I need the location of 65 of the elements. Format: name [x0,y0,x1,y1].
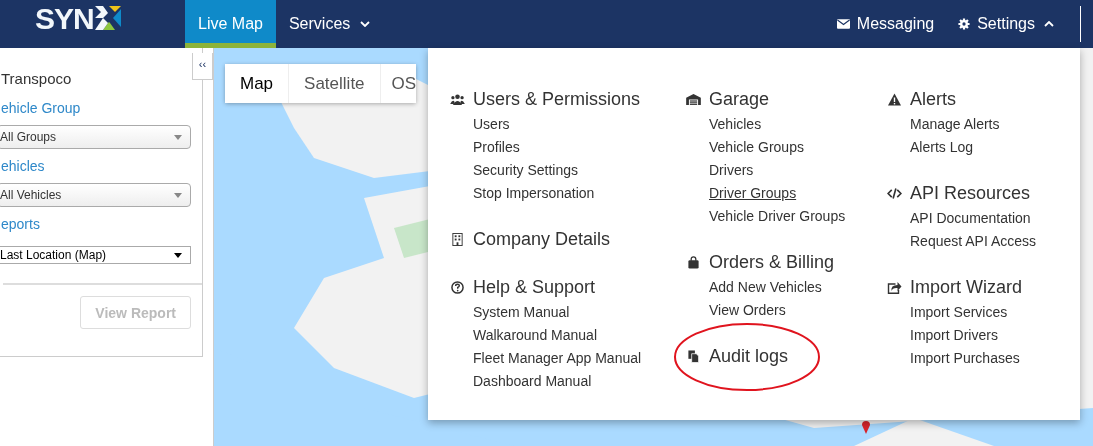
menu-item[interactable]: Dashboard Manual [473,370,686,393]
garage-icon [686,93,701,105]
menu-item[interactable]: Import Drivers [910,324,1037,347]
menu-section-link[interactable]: Users & Permissions [473,88,641,110]
menu-item[interactable]: Add New Vehicles [709,276,887,299]
menu-item[interactable]: API Documentation [910,207,1037,230]
help-icon [450,280,465,294]
menu-section-link[interactable]: Company Details [473,228,611,250]
menu-item[interactable]: Stop Impersonation [473,182,686,205]
menu-section-link[interactable]: Audit logs [709,345,789,367]
menu-item[interactable]: Import Purchases [910,347,1037,370]
code-icon [887,187,902,199]
field-label: eports [1,216,41,232]
field-label: ehicles [1,158,46,174]
select-field[interactable]: Last Location (Map) [0,246,191,264]
map-pin-icon [861,420,871,434]
shopping-bag-icon [686,255,701,269]
menu-item[interactable]: Drivers [709,159,887,182]
dropdown-arrow-icon [174,192,182,198]
envelope-icon [836,19,850,29]
menu-item[interactable]: Users [473,113,686,136]
menu-item[interactable]: Import Services [910,301,1037,324]
nav-menu[interactable]: Services [275,0,384,48]
logo-text: SYN [35,4,94,34]
menu-section-link[interactable]: Help & Support [473,276,596,298]
share-icon [887,280,902,294]
collapse-button[interactable]: ‹‹ [192,53,213,80]
menu-section-link[interactable]: Orders & Billing [709,251,835,273]
menu-section-link[interactable]: API Resources [910,182,1031,204]
map-type-tab[interactable]: Map [225,64,290,103]
menu-item[interactable]: Profiles [473,136,686,159]
menu-section-link[interactable]: Import Wizard [910,276,1023,298]
menu-item[interactable]: Driver Groups [709,182,887,205]
nav-link[interactable]: Messaging [824,0,947,48]
menu-item[interactable]: Alerts Log [910,136,1037,159]
menu-item[interactable]: Vehicle Driver Groups [709,205,887,228]
menu-item[interactable]: Fleet Manager App Manual [473,347,686,370]
users-icon [450,93,465,105]
nav-menu[interactable]: Settings [946,0,1066,48]
dropdown-arrow-icon [174,252,182,258]
building-icon [450,232,465,246]
menu-item[interactable]: View Orders [709,299,887,322]
menu-item[interactable]: Vehicles [709,113,887,136]
menu-section-link[interactable]: Garage [709,88,770,110]
menu-item[interactable]: System Manual [473,301,686,324]
chevron-icon [1044,21,1054,27]
logo-x-icon [94,6,121,30]
menu-section-link[interactable]: Alerts [910,88,956,110]
map-type-tab[interactable]: Satellite [289,64,381,103]
files-icon [686,349,701,363]
chevron-icon [360,21,371,27]
nav-tab[interactable]: Live Map [185,0,276,48]
warning-icon [887,92,902,106]
company-name: Transpoco [1,70,73,87]
dropdown-arrow-icon [174,134,182,140]
map-type-tab[interactable]: OS [380,64,417,103]
menu-item[interactable]: Request API Access [910,230,1037,253]
select-field[interactable]: All Groups [0,125,191,149]
menu-item[interactable]: Manage Alerts [910,113,1037,136]
menu-item[interactable]: Vehicle Groups [709,136,887,159]
menu-item[interactable]: Walkaround Manual [473,324,686,347]
field-label: ehicle Group [1,100,82,116]
menu-item[interactable]: Security Settings [473,159,686,182]
select-field[interactable]: All Vehicles [0,183,191,207]
settings-icon [958,18,971,30]
